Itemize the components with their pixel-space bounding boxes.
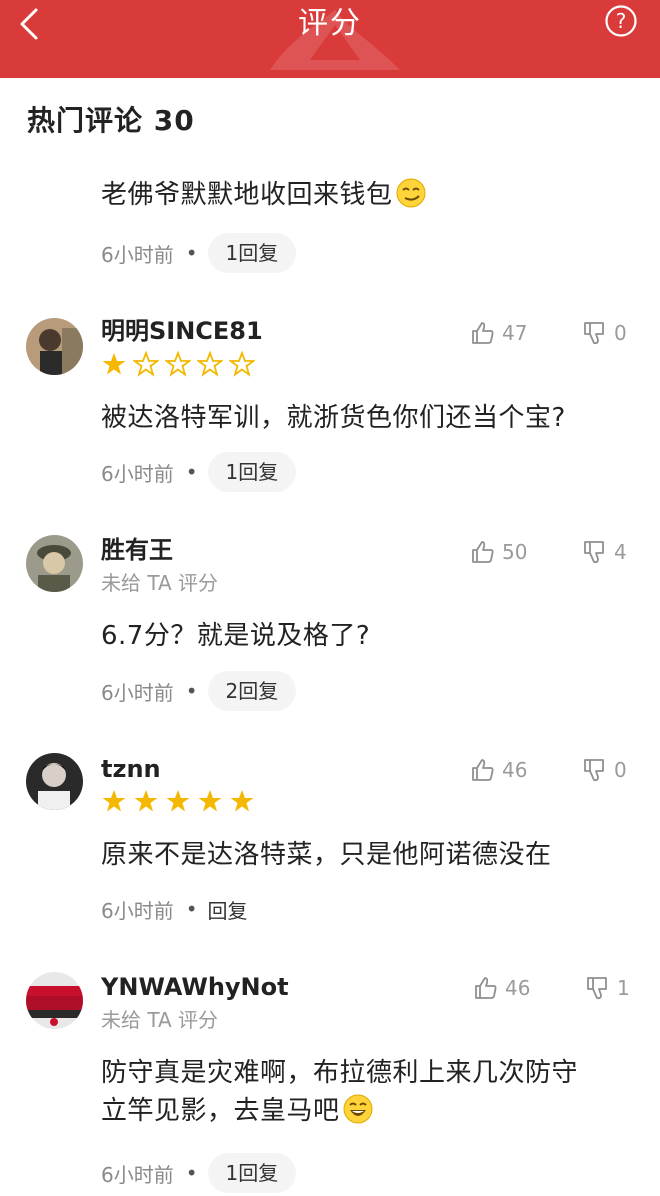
hot-comments-heading: 热门评论 30 [27, 104, 195, 137]
dislike-count: 0 [614, 321, 627, 345]
dislike-count: 1 [617, 976, 630, 1000]
thumb-down-icon [584, 322, 604, 345]
dislike-button[interactable]: 0 [582, 755, 627, 785]
comment-meta: 6小时前 • 1回复 [101, 233, 297, 273]
like-count: 50 [502, 540, 528, 564]
star-icon [166, 790, 190, 812]
star-icon [134, 790, 158, 812]
reply-button[interactable]: 2回复 [207, 671, 297, 711]
avatar[interactable] [26, 753, 83, 810]
like-button[interactable]: 46 [470, 755, 527, 785]
star-icon [198, 790, 222, 812]
help-icon: ? [605, 5, 637, 37]
no-rating-label: 未给 TA 评分 [101, 571, 219, 595]
thumb-down-icon [587, 977, 607, 1000]
star-icon [102, 790, 126, 812]
dislike-button[interactable]: 0 [582, 318, 627, 348]
like-count: 47 [502, 321, 528, 345]
reply-button[interactable]: 1回复 [207, 1153, 297, 1193]
avatar[interactable] [26, 318, 83, 375]
comment-meta: 6小时前 • 1回复 [101, 452, 297, 492]
comment-text: 老佛爷默默地收回来钱包 [101, 176, 631, 214]
laugh-emoji-icon [343, 1094, 373, 1124]
rating-stars [101, 351, 255, 377]
dislike-button[interactable]: 1 [585, 973, 630, 1003]
comment-time: 6小时前 [101, 1162, 174, 1187]
comment-text-line: 防守真是灾难啊，布拉德利上来几次防守 [101, 1058, 579, 1088]
like-count: 46 [502, 758, 528, 782]
comment-username[interactable]: YNWAWhyNot [101, 972, 289, 1002]
comment-text: 原来不是达洛特菜，只是他阿诺德没在 [101, 840, 552, 870]
comment-time: 6小时前 [101, 898, 174, 923]
dislike-count: 4 [614, 540, 627, 564]
comment-text-line: 立竿见影，去皇马吧 [101, 1092, 631, 1130]
avatar[interactable] [26, 972, 83, 1029]
comment-username[interactable]: tznn [101, 754, 161, 784]
thumb-down-icon [584, 541, 604, 564]
star-icon [102, 353, 126, 375]
like-button[interactable]: 50 [470, 537, 527, 567]
comment-time: 6小时前 [101, 242, 174, 267]
reply-button[interactable]: 1回复 [207, 233, 297, 273]
thumb-up-icon [472, 322, 494, 344]
star-icon [165, 351, 191, 377]
smirk-emoji-icon [396, 178, 426, 208]
comment-meta: 6小时前 • 2回复 [101, 671, 297, 711]
star-icon [230, 790, 254, 812]
dislike-button[interactable]: 4 [582, 537, 627, 567]
like-button[interactable]: 47 [470, 318, 527, 348]
thumb-up-icon [472, 759, 494, 781]
svg-text:?: ? [616, 9, 627, 33]
comment-text: 6.7分？就是说及格了? [101, 621, 371, 651]
avatar[interactable] [26, 535, 83, 592]
comment-username[interactable]: 明明SINCE81 [101, 316, 263, 346]
comment-text: 防守真是灾难啊，布拉德利上来几次防守 立竿见影，去皇马吧 [101, 1054, 631, 1130]
star-icon [229, 351, 255, 377]
top-bar: 评分 ? [0, 0, 660, 78]
reply-button[interactable]: 1回复 [207, 452, 297, 492]
star-icon [197, 351, 223, 377]
like-button[interactable]: 46 [473, 973, 530, 1003]
dislike-count: 0 [614, 758, 627, 782]
comment-text: 被达洛特军训，就浙货色你们还当个宝? [101, 403, 566, 433]
page-title: 评分 [298, 6, 362, 41]
star-icon [133, 351, 159, 377]
no-rating-label: 未给 TA 评分 [101, 1008, 219, 1032]
thumb-up-icon [475, 977, 497, 999]
thumb-down-icon [584, 759, 604, 782]
comment-time: 6小时前 [101, 680, 174, 705]
help-button[interactable]: ? [604, 4, 638, 38]
comment-time: 6小时前 [101, 461, 174, 486]
like-count: 46 [505, 976, 531, 1000]
reply-button[interactable]: 回复 [208, 895, 248, 924]
comment-username[interactable]: 胜有王 [101, 535, 173, 565]
comment-meta: 6小时前 • 1回复 [101, 1153, 297, 1193]
thumb-up-icon [472, 541, 494, 563]
comment-meta: 6小时前 • 回复 [101, 889, 248, 929]
rating-stars [101, 788, 255, 814]
